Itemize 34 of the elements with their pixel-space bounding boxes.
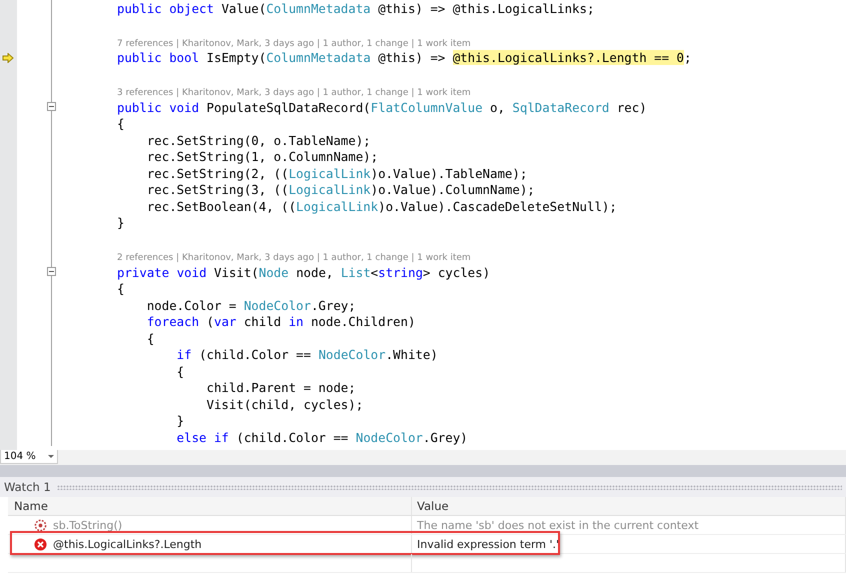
code-line: node.Color = NodeColor.Grey;	[146, 298, 356, 313]
code-line: {	[117, 281, 124, 296]
code-line: child.Parent = node;	[206, 380, 356, 396]
refresh-icon	[34, 518, 47, 532]
code-line: private void Visit(Node node, List<string> cycles)	[117, 264, 490, 280]
code-line: rec.SetString(3, ((LogicalLink)o.Value).ColumnName);	[146, 182, 535, 198]
code-line: {	[117, 116, 124, 132]
code-line: }	[117, 215, 124, 230]
watch-value: Invalid expression term '.'	[417, 538, 560, 550]
caret-icon	[48, 455, 54, 458]
code-line: if (child.Color == NodeColor.White)	[176, 347, 438, 362]
code-line: {	[146, 330, 154, 346]
collapse-icon[interactable]	[47, 102, 56, 111]
code-line: rec.SetString(1, o.ColumnName);	[146, 149, 378, 164]
code-line: Visit(child, cycles);	[206, 396, 364, 412]
column-header[interactable]: Value	[412, 497, 846, 515]
watch-name: @this.LogicalLinks?.Length	[53, 538, 202, 550]
collapse-icon[interactable]	[47, 267, 56, 276]
column-header[interactable]: Name	[8, 497, 412, 515]
panel-title: Watch 1	[4, 480, 51, 494]
zoom-dropdown[interactable]: 104 %	[0, 450, 58, 464]
watch-name: sb.ToString()	[53, 518, 122, 532]
code-line: rec.SetString(2, ((LogicalLink)o.Value).TableName);	[146, 166, 528, 181]
code-line: rec.SetString(0, o.TableName);	[146, 132, 371, 148]
code-line: public void PopulateSqlDataRecord(FlatColumnValue o, SqlDataRecord rec)	[117, 100, 647, 115]
error-icon	[34, 538, 47, 550]
watch-value: The name 'sb' does not exist in the current context	[417, 518, 699, 532]
code-line: rec.SetBoolean(4, ((LogicalLink)o.Value).CascadeDeleteSetNull);	[146, 198, 617, 214]
code-line: public object Value(ColumnMetadata @this) => @this.LogicalLinks;	[117, 0, 594, 16]
code-line: foreach (var child in node.Children)	[146, 314, 416, 330]
code-line: public bool IsEmpty(ColumnMetadata @this) => @this.LogicalLinks?.Length == 0;	[117, 50, 692, 66]
code-line: {	[176, 364, 184, 379]
code-line: }	[176, 413, 184, 428]
code-line: else if (child.Color == NodeColor.Grey)	[176, 430, 468, 445]
